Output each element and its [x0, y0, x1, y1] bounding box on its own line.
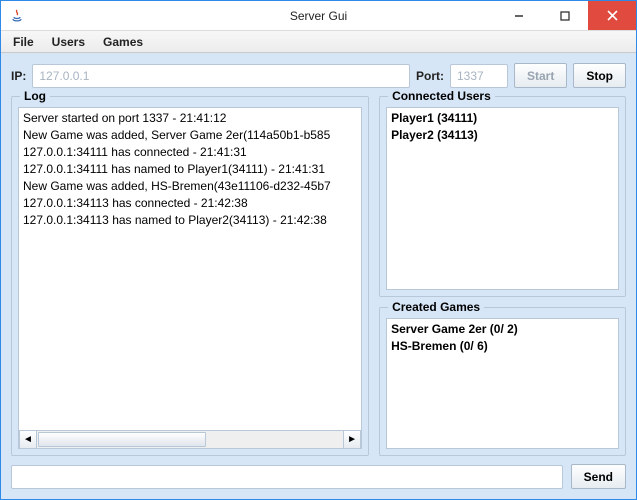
created-games-list[interactable]: Server Game 2er (0/ 2)HS-Bremen (0/ 6) — [386, 318, 619, 449]
start-button[interactable]: Start — [514, 63, 567, 88]
connection-row: IP: Port: Start Stop — [11, 63, 626, 88]
scroll-track[interactable] — [37, 431, 343, 448]
message-input[interactable] — [11, 465, 563, 489]
body-row: Log Server started on port 1337 - 21:41:… — [11, 96, 626, 456]
port-input[interactable] — [450, 64, 508, 88]
log-line: New Game was added, HS-Bremen(43e11106-d… — [23, 178, 357, 195]
scroll-thumb[interactable] — [38, 432, 206, 447]
message-row: Send — [11, 464, 626, 489]
scroll-left-arrow-icon[interactable]: ◄ — [19, 431, 37, 448]
send-button[interactable]: Send — [571, 464, 626, 489]
created-games-title: Created Games — [388, 300, 484, 314]
log-group: Log Server started on port 1337 - 21:41:… — [11, 96, 369, 456]
log-line: New Game was added, Server Game 2er(114a… — [23, 127, 357, 144]
log-title: Log — [20, 89, 50, 103]
log-line: Server started on port 1337 - 21:41:12 — [23, 110, 357, 127]
connected-users-group: Connected Users Player1 (34111)Player2 (… — [379, 96, 626, 297]
log-line: 127.0.0.1:34113 has connected - 21:42:38 — [23, 195, 357, 212]
scroll-right-arrow-icon[interactable]: ► — [343, 431, 361, 448]
log-line: 127.0.0.1:34111 has connected - 21:41:31 — [23, 144, 357, 161]
port-label: Port: — [416, 69, 444, 83]
user-item[interactable]: Player2 (34113) — [391, 127, 614, 144]
right-column: Connected Users Player1 (34111)Player2 (… — [379, 96, 626, 456]
stop-button[interactable]: Stop — [573, 63, 626, 88]
log-hscrollbar[interactable]: ◄ ► — [18, 431, 362, 449]
menu-users[interactable]: Users — [44, 33, 93, 51]
window-controls — [496, 1, 636, 30]
app-window: Server Gui File Users Games IP: Port: St… — [0, 0, 637, 500]
connected-users-title: Connected Users — [388, 89, 495, 103]
maximize-button[interactable] — [542, 1, 588, 30]
game-item[interactable]: Server Game 2er (0/ 2) — [391, 321, 614, 338]
ip-label: IP: — [11, 69, 26, 83]
menubar: File Users Games — [1, 31, 636, 53]
log-line: 127.0.0.1:34111 has named to Player1(341… — [23, 161, 357, 178]
minimize-button[interactable] — [496, 1, 542, 30]
java-icon — [9, 8, 25, 24]
close-button[interactable] — [588, 1, 636, 30]
log-line: 127.0.0.1:34113 has named to Player2(341… — [23, 212, 357, 229]
user-item[interactable]: Player1 (34111) — [391, 110, 614, 127]
menu-file[interactable]: File — [5, 33, 42, 51]
ip-input[interactable] — [32, 64, 410, 88]
connected-users-list[interactable]: Player1 (34111)Player2 (34113) — [386, 107, 619, 290]
log-text[interactable]: Server started on port 1337 - 21:41:12Ne… — [18, 107, 362, 431]
menu-games[interactable]: Games — [95, 33, 151, 51]
game-item[interactable]: HS-Bremen (0/ 6) — [391, 338, 614, 355]
created-games-group: Created Games Server Game 2er (0/ 2)HS-B… — [379, 307, 626, 456]
titlebar: Server Gui — [1, 1, 636, 31]
left-column: Log Server started on port 1337 - 21:41:… — [11, 96, 369, 456]
client-area: IP: Port: Start Stop Log Server started … — [1, 53, 636, 499]
